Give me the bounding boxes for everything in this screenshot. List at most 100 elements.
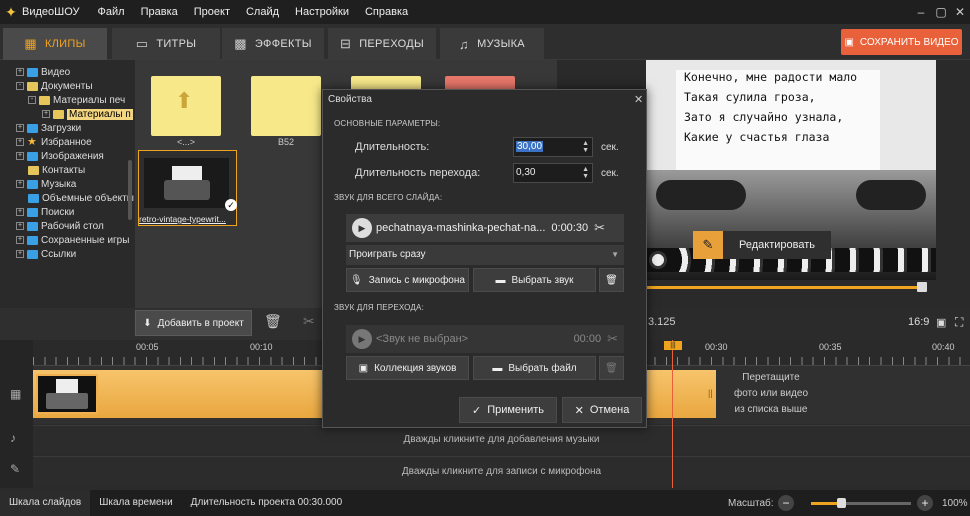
tree-item-label: Рабочий стол [41, 220, 104, 232]
poem-line-1: Конечно, мне радости мало [684, 70, 858, 84]
aspect-ratio[interactable]: 16:9 [908, 316, 929, 328]
tree-item[interactable]: + Изображения [16, 149, 104, 163]
choose-file-button[interactable]: ▬ Выбрать файл [473, 356, 596, 380]
slide-thumbnail[interactable] [36, 374, 98, 414]
tree-item-label: Изображения [41, 150, 104, 162]
duration-input[interactable]: 30,00 ▲ ▼ [513, 137, 593, 157]
tree-item[interactable]: + Рабочий стол [16, 219, 104, 233]
scissors-icon[interactable]: ✂ [594, 220, 605, 236]
tab-titles[interactable]: ▭ ТИТРЫ [112, 28, 220, 60]
section-transition-sound: ЗВУК ДЛЯ ПЕРЕХОДА: [334, 303, 424, 312]
transition-duration-input[interactable]: 0,30 ▲ ▼ [513, 163, 593, 183]
menu-help[interactable]: Справка [365, 6, 408, 18]
choose-sound-button[interactable]: ▬ Выбрать звук [473, 268, 596, 292]
scissors-icon[interactable]: ✂ [607, 331, 618, 347]
menu-edit[interactable]: Правка [141, 6, 178, 18]
folder-icon: ▬ [495, 274, 506, 286]
tree-item[interactable]: + ★ Избранное [16, 135, 92, 149]
minimize-icon[interactable]: – [912, 3, 930, 21]
music-track[interactable]: Дважды кликните для добавления музыки [33, 425, 970, 453]
maximize-icon[interactable]: ▢ [932, 3, 950, 21]
expand-icon[interactable]: + [16, 236, 24, 244]
playhead-line[interactable] [672, 340, 673, 488]
grid-icon: ▩ [234, 36, 247, 51]
preview-progress-bar[interactable] [646, 286, 922, 289]
speaker-icon: ♪ [10, 431, 16, 445]
links-icon [27, 249, 38, 259]
tree-item[interactable]: Объемные объекты [28, 191, 134, 205]
zoom-in-button[interactable]: + [917, 495, 933, 511]
play-mode-dropdown[interactable]: Проиграть сразу ▼ [346, 245, 624, 265]
drop-zone[interactable]: Перетащите фото или видео из списка выше [716, 370, 826, 418]
thumbnail-item-selected[interactable]: ✓ retro-vintage-typewrit... [138, 150, 237, 226]
tree-item[interactable]: - Материалы печ [28, 93, 125, 107]
apply-button[interactable]: ✓ Применить [459, 397, 557, 423]
tab-transitions[interactable]: ⊟ ПЕРЕХОДЫ [328, 28, 436, 60]
spin-arrows-icon[interactable]: ▲ ▼ [582, 166, 589, 180]
microphone-track[interactable]: Дважды кликните для записи с микрофона [33, 456, 970, 486]
play-icon[interactable]: ▶ [352, 218, 372, 238]
expand-icon[interactable]: + [16, 124, 24, 132]
menu-settings[interactable]: Настройки [295, 6, 349, 18]
folder-up[interactable]: ⬆ [151, 76, 221, 136]
cancel-button[interactable]: ✕ Отмена [562, 397, 642, 423]
fullscreen-icon[interactable]: ⛶ [955, 315, 963, 330]
clip-resize-handle[interactable]: || [708, 388, 713, 398]
tree-item[interactable]: + Ссылки [16, 247, 76, 261]
menu-project[interactable]: Проект [194, 6, 230, 18]
tab-effects[interactable]: ▩ ЭФФЕКТЫ [222, 28, 324, 60]
add-to-project-button[interactable]: ⬇ Добавить в проект [135, 310, 252, 336]
edit-slide-button[interactable]: ✎ Редактировать [693, 231, 831, 259]
expand-icon[interactable]: + [16, 68, 24, 76]
collapse-icon[interactable]: - [16, 82, 24, 90]
expand-icon[interactable]: + [16, 222, 24, 230]
tree-item[interactable]: + Загрузки [16, 121, 81, 135]
tree-item[interactable]: + Поиски [16, 205, 74, 219]
expand-icon[interactable]: + [16, 138, 24, 146]
track-icons-column: ▦ ♪ ✎ [0, 340, 33, 488]
tree-item[interactable]: - Документы [16, 79, 93, 93]
menu-slide[interactable]: Слайд [246, 6, 279, 18]
folder-b52[interactable] [251, 76, 321, 136]
expand-icon[interactable]: + [16, 250, 24, 258]
tab-slide-scale[interactable]: Шкала слайдов [0, 490, 91, 516]
tree-item-label: Видео [41, 66, 71, 78]
collapse-icon[interactable]: - [28, 96, 36, 104]
tab-clips[interactable]: ▦ КЛИПЫ [3, 28, 107, 60]
playhead-marker[interactable]: ||| [664, 341, 682, 350]
zoom-out-button[interactable]: − [778, 495, 794, 511]
zoom-slider-handle[interactable] [837, 498, 846, 508]
sound-collection-button[interactable]: ▣ Коллекция звуков [346, 356, 469, 380]
expand-icon[interactable]: + [16, 180, 24, 188]
search-folder-icon [27, 207, 38, 217]
tree-item[interactable]: Контакты [28, 163, 85, 177]
poem-line-2: Такая сулила гроза, [684, 90, 816, 104]
dialog-close-icon[interactable]: ✕ [634, 93, 643, 106]
close-icon[interactable]: ✕ [951, 3, 969, 21]
trash-icon[interactable]: 🗑 [264, 313, 282, 330]
expand-icon[interactable]: + [16, 208, 24, 216]
delete-sound-button[interactable]: 🗑 [599, 268, 624, 292]
preview-progress-handle[interactable] [917, 282, 927, 292]
save-video-button[interactable]: ▣ СОХРАНИТЬ ВИДЕО [841, 29, 962, 55]
typewriter-image [646, 170, 936, 280]
transition-duration-unit: сек. [601, 168, 619, 179]
snapshot-icon[interactable]: ▣ [936, 316, 946, 329]
play-icon[interactable]: ▶ [352, 329, 372, 349]
chevron-down-icon: ▼ [611, 250, 619, 259]
tree-item-selected[interactable]: + Материалы п [42, 107, 133, 121]
tree-item[interactable]: + Видео [16, 65, 70, 79]
menu-file[interactable]: Файл [98, 6, 125, 18]
record-mic-button[interactable]: 🎙 Запись с микрофона [346, 268, 469, 292]
spin-arrows-icon[interactable]: ▲ ▼ [582, 140, 589, 154]
tab-time-scale[interactable]: Шкала времени [90, 490, 181, 516]
delete-transition-sound-button[interactable]: 🗑 [599, 356, 624, 380]
scissors-icon[interactable]: ✂ [303, 313, 315, 330]
pencil-icon: ✎ [693, 231, 723, 259]
tree-item[interactable]: + Сохраненные игры [16, 233, 129, 247]
expand-icon[interactable]: + [16, 152, 24, 160]
expand-icon[interactable]: + [42, 110, 50, 118]
tree-item[interactable]: + Музыка [16, 177, 76, 191]
tree-scrollbar[interactable] [128, 160, 132, 220]
tab-music[interactable]: ♫ МУЗЫКА [440, 28, 544, 60]
